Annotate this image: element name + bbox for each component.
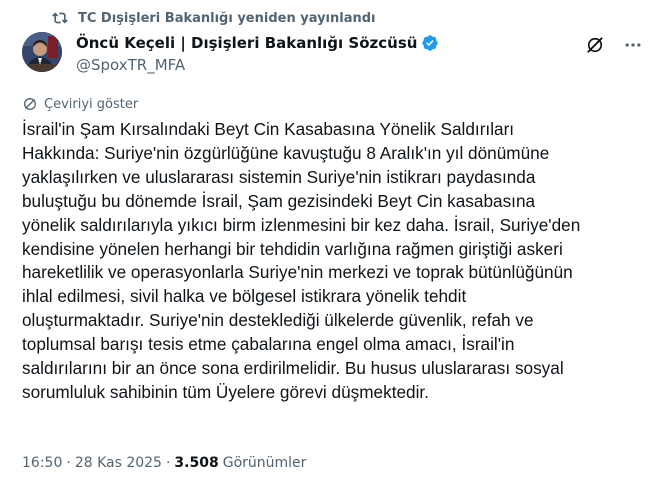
tweet: TC Dışişleri Bakanlığı yeniden yayınland… <box>0 0 664 492</box>
author-handle[interactable]: @SpoxTR_MFA <box>76 56 439 74</box>
meta-separator: · <box>165 455 171 471</box>
repost-indicator[interactable]: TC Dışişleri Bakanlığı yeniden yayınland… <box>52 8 376 28</box>
translate-icon <box>24 98 36 110</box>
views-label: Görünümler <box>222 455 307 471</box>
avatar[interactable] <box>22 32 62 72</box>
show-translation-link[interactable]: Çeviriyi göster <box>22 96 138 112</box>
avatar-image <box>22 32 62 72</box>
author-block: Öncü Keçeli | Dışişleri Bakanlığı Sözcüs… <box>76 32 439 74</box>
author-name-row: Öncü Keçeli | Dışişleri Bakanlığı Sözcüs… <box>76 32 439 54</box>
grok-icon <box>587 37 603 53</box>
more-options-icon <box>625 43 641 47</box>
show-translation-label: Çeviriyi göster <box>44 96 139 112</box>
author-display-name[interactable]: Öncü Keçeli | Dışişleri Bakanlığı Sözcüs… <box>76 34 417 52</box>
views-count[interactable]: 3.508 <box>174 455 218 471</box>
meta-separator: · <box>66 455 71 471</box>
tweet-time[interactable]: 16:50 <box>22 455 62 471</box>
more-options-button[interactable] <box>622 34 644 56</box>
repost-label: TC Dışişleri Bakanlığı yeniden yayınland… <box>78 10 376 26</box>
tweet-top-actions <box>584 34 644 56</box>
tweet-metadata: 16:50 · 28 Kas 2025 · 3.508 Görünümler <box>22 455 306 471</box>
grok-button[interactable] <box>584 34 606 56</box>
repost-icon <box>52 12 68 24</box>
verified-badge-icon[interactable] <box>421 34 439 52</box>
tweet-date[interactable]: 28 Kas 2025 <box>75 455 162 471</box>
tweet-text: İsrail'in Şam Kırsalındaki Beyt Cin Kasa… <box>22 119 581 402</box>
